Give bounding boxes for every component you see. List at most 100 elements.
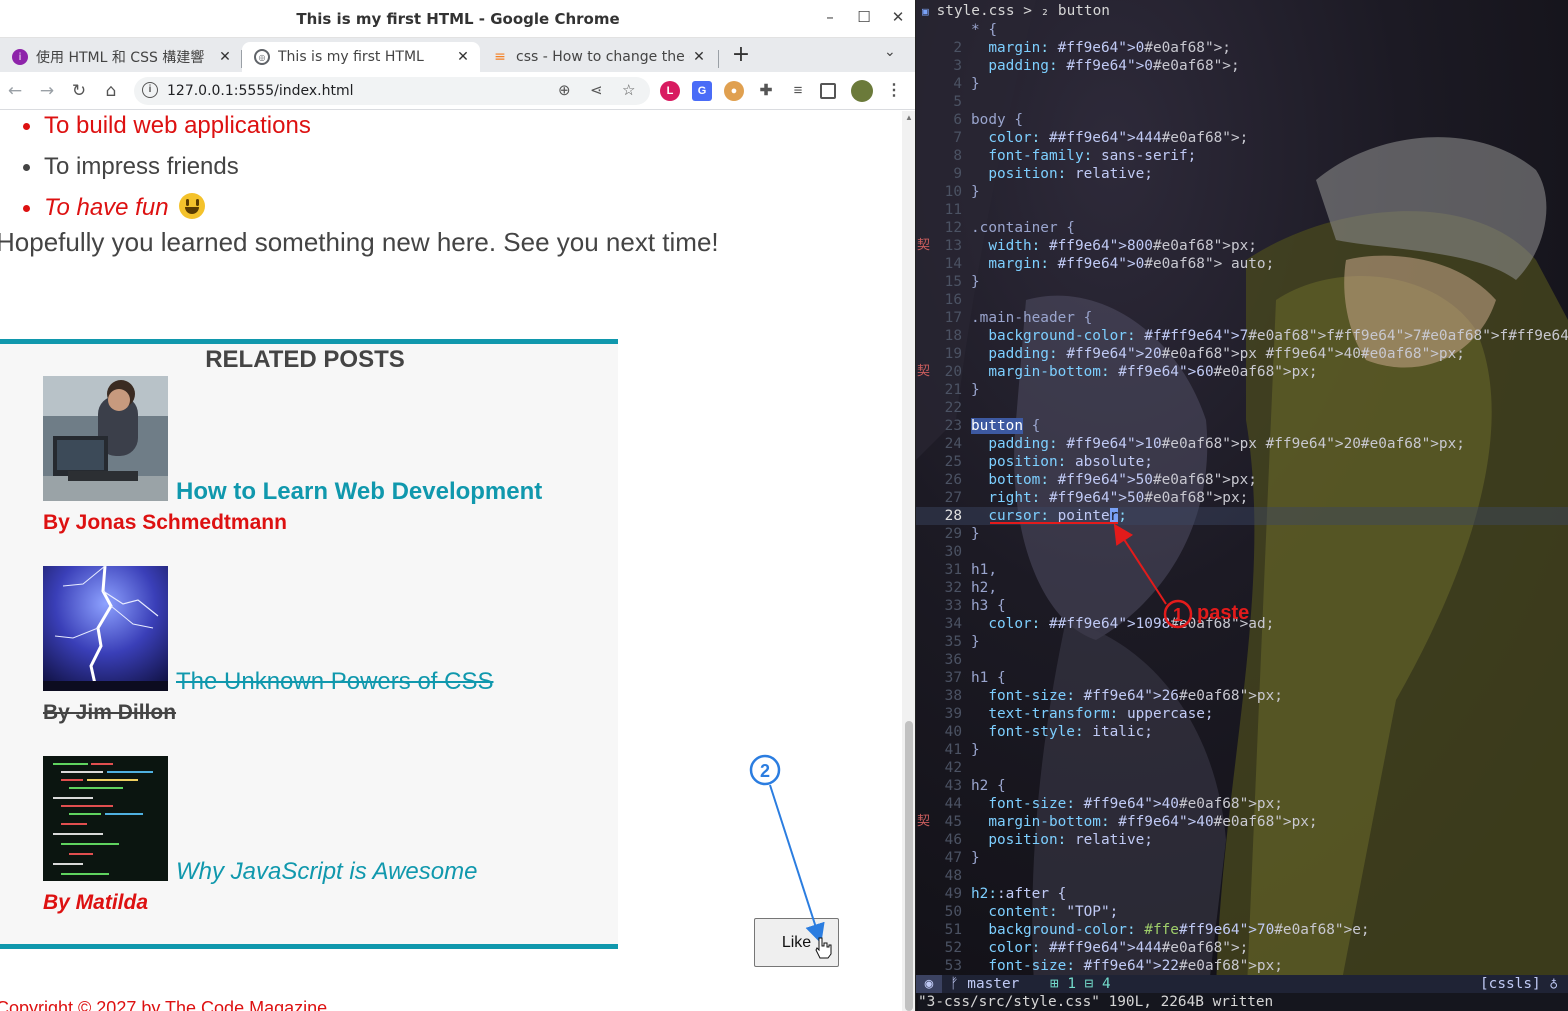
menu-icon[interactable]: ⋮ — [884, 81, 904, 101]
url-text[interactable]: 127.0.0.1:5555/index.html — [167, 83, 354, 99]
code-line[interactable]: 6 body { — [916, 111, 1568, 129]
code-line[interactable]: 43 h2 { — [916, 777, 1568, 795]
bookmark-star-icon[interactable]: ☆ — [622, 81, 635, 99]
maximize-button[interactable]: ☐ — [853, 8, 875, 26]
extension-l-icon[interactable]: L — [660, 81, 680, 101]
profile-avatar[interactable] — [851, 80, 873, 102]
code-line[interactable]: 17 .main-header { — [916, 309, 1568, 327]
browser-toolbar: ← → ↻ ⌂ i 127.0.0.1:5555/index.html ⊕ ⋖ … — [0, 72, 915, 110]
code-line[interactable]: * { — [916, 21, 1568, 39]
puzzle-extensions-icon[interactable]: ✚ — [756, 81, 776, 101]
zoom-icon[interactable]: ⊕ — [558, 81, 571, 99]
code-line[interactable]: 25 position: absolute; — [916, 453, 1568, 471]
code-line[interactable]: 14 margin: #ff9e64">0#e0af68"> auto; — [916, 255, 1568, 273]
tab-html-css-course[interactable]: i 使用 HTML 和 CSS 構建響 ✕ — [0, 42, 242, 72]
line-number: 13 — [944, 238, 962, 254]
code-line[interactable]: 27 right: #ff9e64">50#e0af68">px; — [916, 489, 1568, 507]
close-icon[interactable]: ✕ — [690, 49, 708, 65]
code-line[interactable]: 18 background-color: #f#ff9e64">7#e0af68… — [916, 327, 1568, 345]
home-button[interactable]: ⌂ — [100, 80, 122, 102]
scroll-up-arrow-icon[interactable]: ▲ — [905, 113, 913, 122]
code-line[interactable]: 35} — [916, 633, 1568, 651]
back-button[interactable]: ← — [4, 80, 26, 102]
share-icon[interactable]: ⋖ — [590, 81, 603, 99]
breadcrumb-path: style.css > ₂ button — [936, 3, 1110, 19]
code-line[interactable]: 9 position: relative; — [916, 165, 1568, 183]
forward-button[interactable]: → — [36, 80, 58, 102]
reading-list-icon[interactable]: ≡ — [788, 81, 808, 101]
tab-first-html[interactable]: ◎ This is my first HTML ✕ — [242, 42, 480, 72]
code-line[interactable]: 47} — [916, 849, 1568, 867]
line-text: font-style: italic; — [988, 724, 1153, 740]
line-text: } — [971, 184, 980, 200]
code-line[interactable]: 29} — [916, 525, 1568, 543]
post-title-link[interactable]: Why JavaScript is Awesome — [176, 858, 477, 886]
code-line[interactable]: 44 font-size: #ff9e64">40#e0af68">px; — [916, 795, 1568, 813]
code-line[interactable]: 5 — [916, 93, 1568, 111]
code-line[interactable]: 7 color: ##ff9e64">444#e0af68">; — [916, 129, 1568, 147]
code-line[interactable]: 32 h2, — [916, 579, 1568, 597]
code-line[interactable]: 4} — [916, 75, 1568, 93]
code-line[interactable]: 49 h2::after { — [916, 885, 1568, 903]
code-line[interactable]: 39 text-transform: uppercase; — [916, 705, 1568, 723]
code-line[interactable]: 11 — [916, 201, 1568, 219]
code-line[interactable]: 2 margin: #ff9e64">0#e0af68">; — [916, 39, 1568, 57]
code-line[interactable]: 22 — [916, 399, 1568, 417]
close-icon[interactable]: ✕ — [454, 49, 472, 65]
reload-button[interactable]: ↻ — [68, 80, 90, 102]
tab-search-button[interactable]: ⌄ — [884, 44, 896, 60]
code-line[interactable]: 41} — [916, 741, 1568, 759]
scrollbar-thumb[interactable] — [905, 721, 913, 1011]
code-line[interactable]: 46 position: relative; — [916, 831, 1568, 849]
translate-icon[interactable]: G — [692, 81, 712, 101]
code-line[interactable]: 38 font-size: #ff9e64">26#e0af68">px; — [916, 687, 1568, 705]
line-number: 29 — [944, 526, 962, 542]
code-line[interactable]: 3 padding: #ff9e64">0#e0af68">; — [916, 57, 1568, 75]
code-area[interactable]: * {2 margin: #ff9e64">0#e0af68">; 3 paddi… — [916, 21, 1568, 975]
code-line[interactable]: 21} — [916, 381, 1568, 399]
code-line[interactable]: 51 background-color: #ffe#ff9e64">70#e0a… — [916, 921, 1568, 939]
cookie-icon[interactable]: ● — [724, 81, 744, 101]
post-title-link[interactable]: The Unknown Powers of CSS — [176, 668, 493, 696]
minimize-button[interactable]: – — [819, 8, 841, 26]
code-line[interactable]: 31 h1, — [916, 561, 1568, 579]
code-line[interactable]: 契 20 margin-bottom: #ff9e64">60#e0af68">p… — [916, 363, 1568, 381]
code-line[interactable]: 23 button { — [916, 417, 1568, 435]
side-panel-icon[interactable] — [820, 83, 836, 99]
code-line[interactable]: 16 — [916, 291, 1568, 309]
code-line[interactable]: 12 .container { — [916, 219, 1568, 237]
close-icon[interactable]: ✕ — [216, 49, 234, 65]
address-bar[interactable]: i 127.0.0.1:5555/index.html ⊕ ⋖ ☆ — [134, 77, 650, 105]
code-line[interactable]: 契 45 margin-bottom: #ff9e64">40#e0af68">p… — [916, 813, 1568, 831]
diagnostics-count: ⊞ 1 ⊟ 4 — [1050, 976, 1111, 992]
like-button[interactable]: Like — [754, 918, 839, 967]
code-line[interactable]: 15} — [916, 273, 1568, 291]
code-line[interactable]: 42 — [916, 759, 1568, 777]
code-line[interactable]: 52 color: ##ff9e64">444#e0af68">; — [916, 939, 1568, 957]
post-title-link[interactable]: How to Learn Web Development — [176, 478, 542, 506]
code-line[interactable]: 40 font-style: italic; — [916, 723, 1568, 741]
code-line[interactable]: 24 padding: #ff9e64">10#e0af68">px #ff9e… — [916, 435, 1568, 453]
close-window-button[interactable]: ✕ — [887, 8, 909, 26]
code-line[interactable]: 36 — [916, 651, 1568, 669]
code-line[interactable]: 48 — [916, 867, 1568, 885]
code-line[interactable]: 契 13 width: #ff9e64">800#e0af68">px; — [916, 237, 1568, 255]
code-line[interactable]: 26 bottom: #ff9e64">50#e0af68">px; — [916, 471, 1568, 489]
line-number: 34 — [944, 616, 962, 632]
code-line[interactable]: 30 — [916, 543, 1568, 561]
new-tab-button[interactable]: + — [730, 42, 752, 67]
code-line[interactable]: 50 content: "TOP"; — [916, 903, 1568, 921]
code-line[interactable]: 28 cursor: pointer; — [916, 507, 1568, 525]
code-line[interactable]: 37 h1 { — [916, 669, 1568, 687]
tab-stackoverflow[interactable]: ≡ css - How to change the c ✕ — [480, 42, 716, 72]
code-line[interactable]: 19 padding: #ff9e64">20#e0af68">px #ff9e… — [916, 345, 1568, 363]
post-author: By Matilda — [43, 891, 149, 914]
code-line[interactable]: 53 font-size: #ff9e64">22#e0af68">px; — [916, 957, 1568, 975]
line-text: text-transform: uppercase; — [988, 706, 1214, 722]
page-scrollbar[interactable]: ▲ — [902, 111, 915, 1011]
code-line[interactable]: 8 font-family: sans-serif; — [916, 147, 1568, 165]
list-item-text: To impress friends — [44, 153, 239, 180]
code-line[interactable]: 10} — [916, 183, 1568, 201]
site-info-icon[interactable]: i — [142, 82, 158, 98]
post-author: By Jim Dillon — [43, 701, 177, 724]
